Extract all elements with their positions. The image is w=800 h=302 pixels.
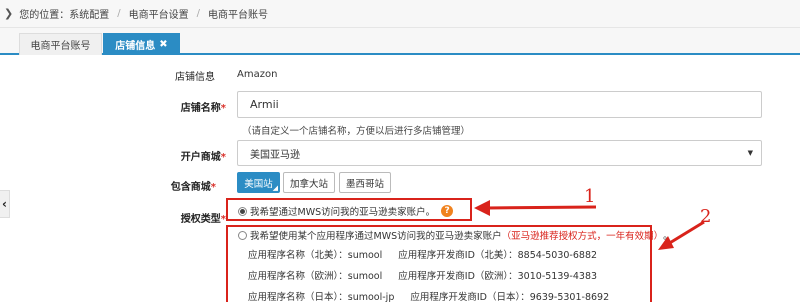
auth-option-direct[interactable]: 我希望通过MWS访问我的亚马逊卖家账户。 ?	[238, 204, 454, 218]
site-mexico-button[interactable]: 墨西哥站	[339, 172, 391, 193]
caret-down-icon: ▼	[747, 149, 753, 157]
chevron-right-icon: ❯	[4, 7, 14, 20]
platform-value: Amazon	[237, 69, 278, 80]
breadcrumb-item-platform-account: 电商平台账号	[207, 10, 268, 21]
credential-dev-id: 8854-5030-6882	[517, 250, 598, 261]
credential-dev-id: 3010-5139-4383	[517, 271, 598, 282]
credential-row-eu: 应用程序名称（欧洲）：sumool 应用程序开发商ID（欧洲）：3010-5139…	[248, 268, 597, 282]
breadcrumb-separator: /	[117, 8, 121, 19]
site-canada-button[interactable]: 加拿大站	[283, 172, 335, 193]
breadcrumb-item-platform-settings[interactable]: 电商平台设置	[129, 6, 189, 21]
breadcrumb-prefix: 您的位置：	[19, 10, 70, 21]
tab-label: 电商平台账号	[30, 41, 91, 52]
close-icon[interactable]: ✖	[159, 39, 167, 50]
tab-platform-account[interactable]: 电商平台账号	[19, 33, 102, 55]
mall-select[interactable]: 美国亚马逊 ▼	[237, 140, 762, 166]
chevron-left-icon: ‹	[2, 197, 7, 211]
site-label: 美国站	[244, 178, 273, 190]
platform-label: 店铺信息	[175, 72, 215, 83]
site-us-button[interactable]: 美国站 ◢	[237, 172, 280, 193]
auth-type-label: 授权类型*	[180, 214, 226, 225]
mall-select-value: 美国亚马逊	[250, 149, 300, 161]
site-label: 加拿大站	[289, 178, 328, 190]
credential-row-na: 应用程序名称（北美）：sumool 应用程序开发商ID（北美）：8854-5030…	[248, 247, 597, 261]
breadcrumb-separator: /	[196, 8, 200, 19]
recommend-note: （亚马逊推荐授权方式，一年有效期）	[501, 231, 664, 242]
credential-name: sumool	[347, 250, 383, 261]
credential-name-label: 应用程序名称（欧洲）：	[248, 271, 348, 282]
annotation-arrowhead-1	[474, 200, 490, 216]
credential-name: sumool-jp	[347, 292, 395, 302]
store-name-label: 店铺名称*	[180, 103, 226, 114]
sidebar-collapse-toggle[interactable]: ‹	[0, 190, 10, 218]
help-icon[interactable]: ?	[441, 205, 454, 217]
tab-bar: 电商平台账号 店铺信息 ✖	[0, 28, 800, 55]
credential-dev-label: 应用程序开发商ID（日本）：	[410, 292, 530, 302]
radio-selected[interactable]	[238, 206, 247, 216]
radio-unselected[interactable]	[238, 230, 247, 240]
credential-dev-label: 应用程序开发商ID（北美）：	[398, 250, 518, 261]
annotation-arrow-1	[485, 205, 597, 210]
sites-label: 包含商城*	[170, 182, 216, 193]
annotation-arrow-2	[667, 220, 705, 246]
credential-name-label: 应用程序名称（北美）：	[248, 250, 348, 261]
credential-dev-id: 9639-5301-8692	[529, 292, 610, 302]
store-name-input[interactable]	[237, 91, 762, 118]
auth-option-direct-label: 我希望通过MWS访问我的亚马逊卖家账户。	[250, 207, 436, 218]
credential-row-jp: 应用程序名称（日本）：sumool-jp 应用程序开发商ID（日本）：9639-5…	[248, 289, 609, 302]
credential-name: sumool	[347, 271, 383, 282]
auth-option-app-label: 我希望使用某个应用程序通过MWS访问我的亚马逊卖家账户	[250, 231, 502, 242]
tab-label: 店铺信息	[115, 41, 156, 52]
breadcrumb: ❯ 您的位置： 系统配置 / 电商平台设置 / 电商平台账号	[0, 0, 800, 28]
breadcrumb-item-system-config[interactable]: 系统配置	[69, 6, 109, 21]
auth-option-app-end: 。	[663, 231, 673, 242]
check-corner-icon: ◢	[272, 184, 278, 192]
annotation-number-2: 2	[700, 206, 712, 227]
mall-label: 开户商城*	[180, 152, 226, 163]
site-label: 墨西哥站	[345, 178, 384, 190]
credential-name-label: 应用程序名称（日本）：	[248, 292, 348, 302]
auth-option-app[interactable]: 我希望使用某个应用程序通过MWS访问我的亚马逊卖家账户 （亚马逊推荐授权方式，一…	[238, 228, 673, 242]
store-name-hint: （请自定义一个店铺名称，方便以后进行多店铺管理）	[242, 126, 471, 137]
tab-store-info[interactable]: 店铺信息 ✖	[103, 33, 180, 55]
annotation-number-1: 1	[584, 186, 596, 207]
credential-dev-label: 应用程序开发商ID（欧洲）：	[398, 271, 518, 282]
